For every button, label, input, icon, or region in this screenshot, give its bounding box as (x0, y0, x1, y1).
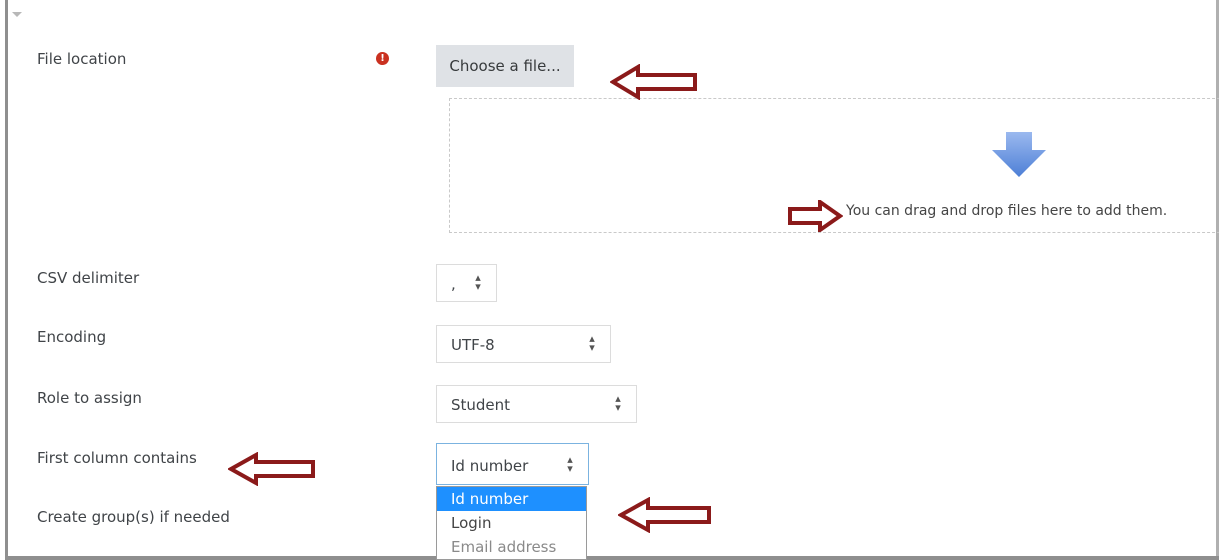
required-icon: ! (376, 52, 389, 65)
role-value: Student (451, 396, 511, 414)
down-arrow-icon (992, 132, 1046, 177)
annotation-arrow-icon (610, 64, 697, 100)
csv-delimiter-select[interactable]: , ▴ ▾ (436, 264, 497, 302)
updown-icon: ▴ ▾ (589, 332, 595, 354)
first-column-label: First column contains (37, 449, 197, 467)
option-login[interactable]: Login (437, 511, 586, 535)
updown-icon: ▴ ▾ (615, 392, 621, 414)
dropzone-text: You can drag and drop files here to add … (846, 203, 1168, 219)
file-location-label: File location (37, 50, 127, 68)
first-column-value: Id number (451, 457, 529, 475)
csv-delimiter-value: , (451, 275, 456, 293)
option-email-address[interactable]: Email address (437, 535, 586, 559)
updown-icon: ▴ ▾ (475, 271, 481, 293)
encoding-value: UTF-8 (451, 336, 495, 354)
annotation-arrow-icon (618, 497, 711, 533)
role-label: Role to assign (37, 389, 142, 407)
annotation-arrow-icon (228, 452, 315, 486)
encoding-select[interactable]: UTF-8 ▴ ▾ (436, 325, 611, 363)
updown-icon: ▴ ▾ (567, 453, 573, 475)
create-groups-label: Create group(s) if needed (37, 508, 230, 526)
window-left-border (5, 0, 8, 560)
first-column-options-list[interactable]: Id number Login Email address (436, 486, 587, 560)
collapse-caret-icon[interactable] (12, 12, 22, 17)
annotation-arrow-icon (788, 200, 843, 232)
role-select[interactable]: Student ▴ ▾ (436, 385, 637, 423)
csv-delimiter-label: CSV delimiter (37, 269, 140, 287)
encoding-label: Encoding (37, 328, 107, 346)
first-column-select[interactable]: Id number ▴ ▾ (436, 443, 589, 485)
window-bottom-border (5, 556, 1219, 560)
choose-file-button[interactable]: Choose a file... (436, 45, 574, 87)
option-id-number[interactable]: Id number (437, 487, 586, 511)
